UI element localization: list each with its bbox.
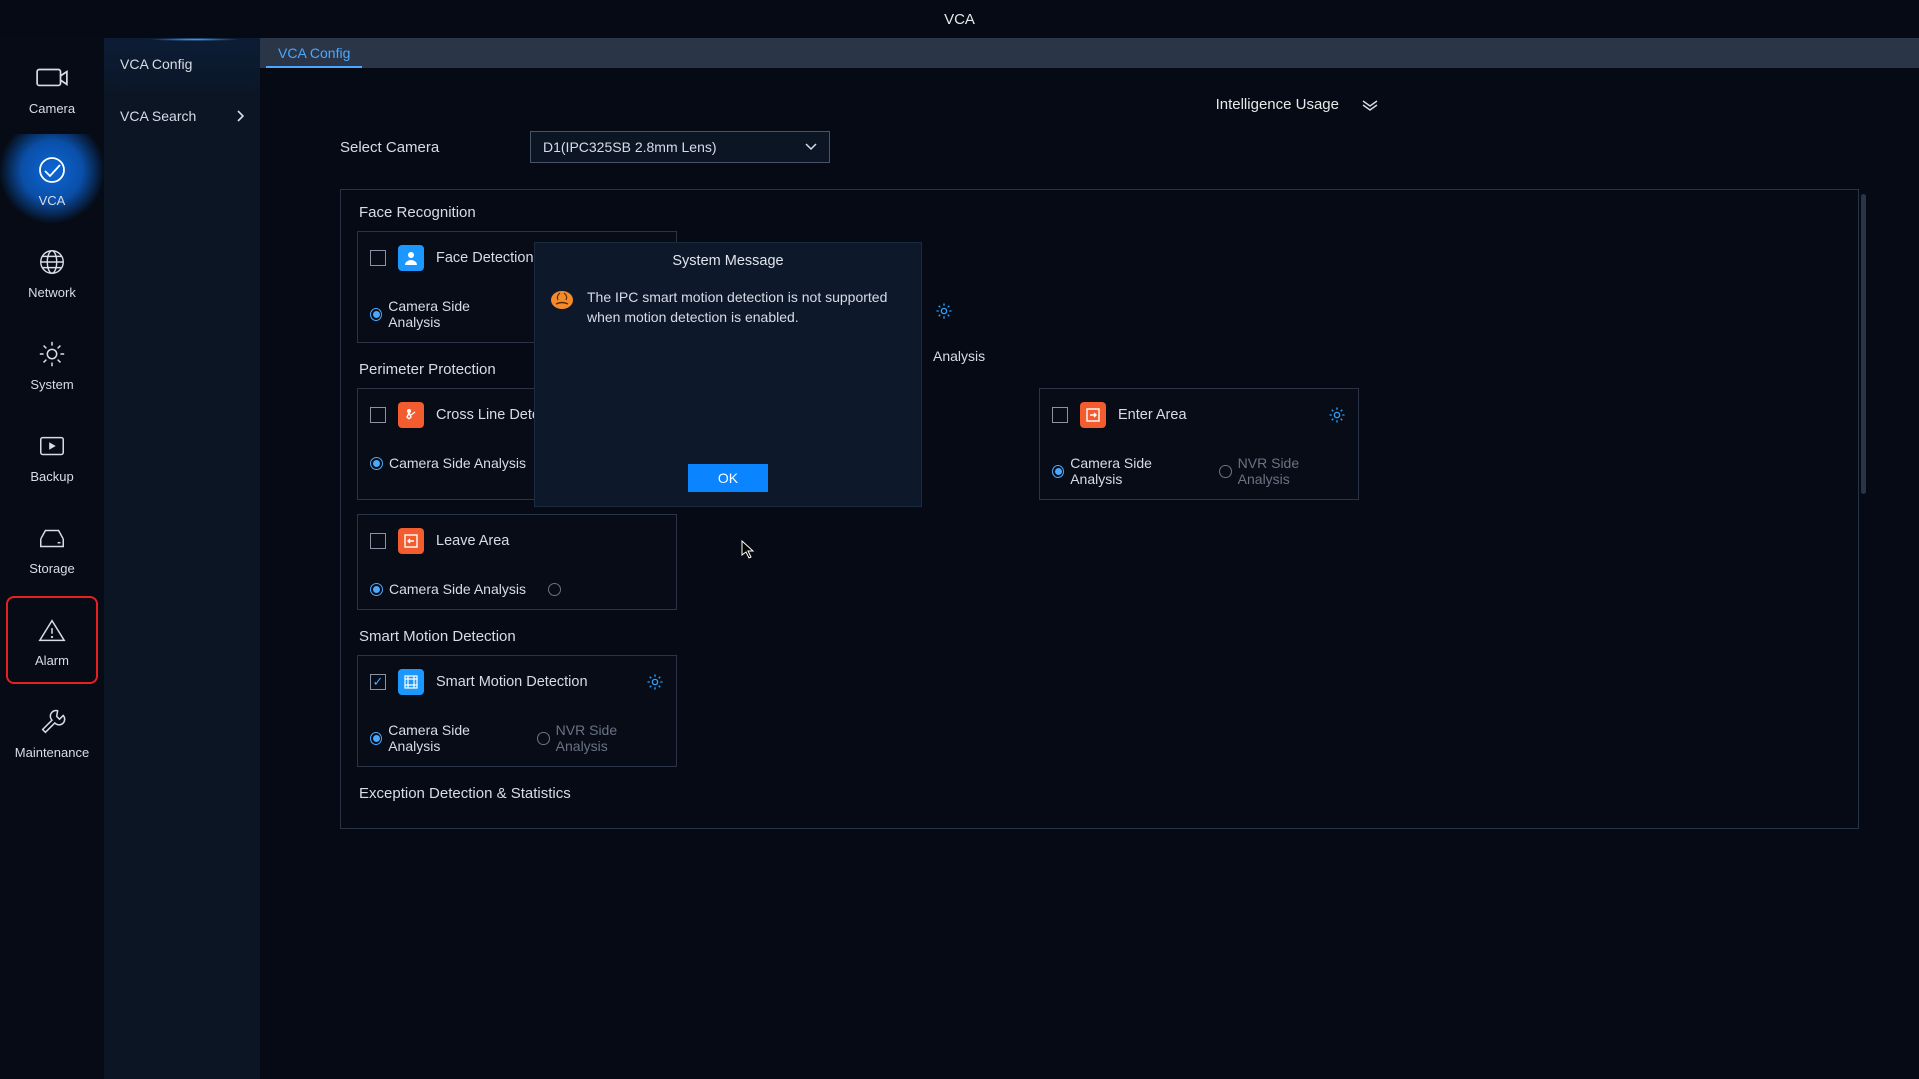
- radio-label-enter-nvr: NVR Side Analysis: [1238, 455, 1346, 487]
- nav-label-camera: Camera: [29, 101, 75, 116]
- radio-crossline-camera[interactable]: Camera Side Analysis: [370, 455, 526, 471]
- select-camera-value: D1(IPC325SB 2.8mm Lens): [543, 139, 717, 155]
- section-title-face-recognition: Face Recognition: [359, 204, 1842, 221]
- dialog-message: The IPC smart motion detection is not su…: [587, 287, 899, 452]
- radio-label-leave-camera: Camera Side Analysis: [389, 581, 526, 597]
- nav-rail: Camera VCA Network: [0, 38, 104, 1079]
- subnav-item-vca-search[interactable]: VCA Search: [104, 90, 260, 142]
- vca-icon: [35, 153, 69, 187]
- radio-leave-camera[interactable]: Camera Side Analysis: [370, 581, 526, 597]
- radio-leave-nvr[interactable]: [548, 581, 561, 597]
- settings-icon-enter-area[interactable]: [1328, 406, 1346, 424]
- tab-bar: VCA Config: [260, 38, 1919, 68]
- nav-label-alarm: Alarm: [35, 653, 69, 668]
- subnav-label-vca-search: VCA Search: [120, 108, 196, 124]
- settings-icon-hidden[interactable]: [935, 302, 953, 320]
- nav-item-camera[interactable]: Camera: [0, 42, 104, 134]
- checkbox-leave-area[interactable]: [370, 533, 386, 549]
- radio-smart-camera[interactable]: Camera Side Analysis: [370, 722, 515, 754]
- leave-area-icon: [398, 528, 424, 554]
- radio-label-crossline-camera: Camera Side Analysis: [389, 455, 526, 471]
- subnav-label-vca-config: VCA Config: [120, 56, 192, 72]
- nav-item-system[interactable]: System: [0, 318, 104, 410]
- system-message-dialog: System Message The IPC smart motion dete…: [534, 242, 922, 507]
- checkbox-smart-motion[interactable]: ✓: [370, 674, 386, 690]
- nav-item-vca[interactable]: VCA: [0, 134, 104, 226]
- card-label-enter-area: Enter Area: [1118, 407, 1316, 423]
- dialog-title: System Message: [535, 243, 921, 277]
- enter-area-icon: [1080, 402, 1106, 428]
- intelligence-usage-label: Intelligence Usage: [1216, 96, 1339, 113]
- radio-label-face-camera: Camera Side Analysis: [388, 298, 515, 330]
- select-camera-dropdown[interactable]: D1(IPC325SB 2.8mm Lens): [530, 131, 830, 163]
- radio-label-smart-camera: Camera Side Analysis: [388, 722, 515, 754]
- section-title-exception: Exception Detection & Statistics: [359, 785, 1842, 802]
- radio-enter-camera[interactable]: Camera Side Analysis: [1052, 455, 1197, 487]
- nav-item-backup[interactable]: Backup: [0, 410, 104, 502]
- nav-label-backup: Backup: [30, 469, 73, 484]
- nav-item-alarm[interactable]: Alarm: [6, 596, 98, 684]
- smart-motion-icon: [398, 669, 424, 695]
- alarm-icon: [35, 613, 69, 647]
- checkbox-cross-line[interactable]: [370, 407, 386, 423]
- globe-icon: [35, 245, 69, 279]
- select-camera-label: Select Camera: [340, 139, 530, 156]
- nav-label-network: Network: [28, 285, 76, 300]
- radio-face-camera[interactable]: Camera Side Analysis: [370, 298, 515, 330]
- face-detection-icon: [398, 245, 424, 271]
- card-label-smart-motion: Smart Motion Detection: [436, 674, 634, 690]
- hidden-analysis-tail: Analysis: [933, 348, 985, 364]
- camera-icon: [35, 61, 69, 95]
- title-bar: VCA: [0, 0, 1919, 38]
- ok-button-label: OK: [718, 470, 738, 486]
- tab-vca-config[interactable]: VCA Config: [260, 38, 368, 68]
- chevron-right-icon: [236, 110, 244, 122]
- checkbox-enter-area[interactable]: [1052, 407, 1068, 423]
- scrollbar[interactable]: [1861, 194, 1866, 494]
- checkbox-face-detection[interactable]: [370, 250, 386, 266]
- nav-label-maintenance: Maintenance: [15, 745, 89, 760]
- nav-item-network[interactable]: Network: [0, 226, 104, 318]
- cross-line-icon: [398, 402, 424, 428]
- content-area: VCA Config Intelligence Usage Select Cam…: [260, 38, 1919, 1079]
- subnav-item-vca-config[interactable]: VCA Config: [104, 38, 260, 90]
- nav-label-system: System: [30, 377, 73, 392]
- chevron-down-icon: [805, 143, 817, 151]
- page-body: Intelligence Usage Select Camera D1(IPC3…: [260, 68, 1919, 1079]
- card-smart-motion: ✓ Smart Motion Detection Camera Side Ana…: [357, 655, 677, 767]
- section-title-smart-motion: Smart Motion Detection: [359, 628, 1842, 645]
- intelligence-usage-expand-icon[interactable]: [1361, 99, 1379, 111]
- nav-item-maintenance[interactable]: Maintenance: [0, 686, 104, 778]
- radio-smart-nvr[interactable]: NVR Side Analysis: [537, 722, 664, 754]
- nav-label-vca: VCA: [39, 193, 66, 208]
- card-hidden-gear-row: [935, 302, 953, 320]
- radio-label-enter-camera: Camera Side Analysis: [1070, 455, 1197, 487]
- storage-icon: [35, 521, 69, 555]
- radio-label-smart-nvr: NVR Side Analysis: [556, 722, 664, 754]
- tab-label-vca-config: VCA Config: [278, 45, 350, 61]
- card-label-leave-area: Leave Area: [436, 533, 664, 549]
- warning-icon: [549, 289, 575, 311]
- subnav: VCA Config VCA Search: [104, 38, 260, 1079]
- nav-label-storage: Storage: [29, 561, 75, 576]
- card-leave-area: Leave Area Camera Side Analysis: [357, 514, 677, 610]
- card-enter-area: Enter Area Camera Side Analysis NVR Side…: [1039, 388, 1359, 500]
- gear-icon: [35, 337, 69, 371]
- ok-button[interactable]: OK: [688, 464, 768, 492]
- app-title: VCA: [944, 11, 975, 28]
- settings-icon-smart-motion[interactable]: [646, 673, 664, 691]
- wrench-icon: [35, 705, 69, 739]
- nav-item-storage[interactable]: Storage: [0, 502, 104, 594]
- radio-enter-nvr[interactable]: NVR Side Analysis: [1219, 455, 1346, 487]
- backup-icon: [35, 429, 69, 463]
